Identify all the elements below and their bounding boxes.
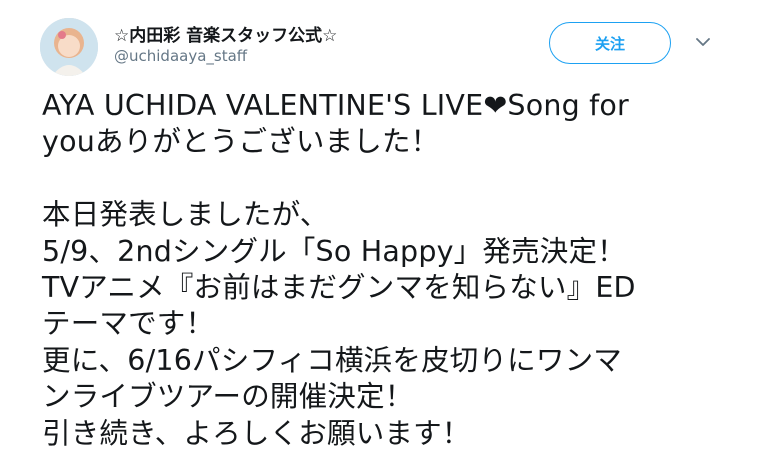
- author-handle[interactable]: @uchidaaya_staff: [114, 47, 247, 65]
- tweet-text: AYA UCHIDA VALENTINE'S LIVE❤Song for you…: [42, 88, 742, 452]
- tweet-text-line: youありがとうございました！: [42, 125, 440, 159]
- profile-avatar-icon[interactable]: [40, 18, 98, 76]
- tweet-text-line: TVアニメ『お前はまだグンマを知らない』ED: [42, 270, 636, 304]
- author-display-name[interactable]: ☆内田彩 音楽スタッフ公式☆: [114, 21, 337, 46]
- tweet-text-line: ンライブツアーの開催決定！: [42, 380, 414, 414]
- tweet-text-line: 本日発表しましたが、: [42, 198, 329, 232]
- tweet-text-line: 引き続き、よろしくお願います！: [42, 416, 471, 450]
- tweet-text-line: 5/9、2ndシングル「So Happy」発売決定！: [42, 234, 626, 268]
- tweet-text-line: AYA UCHIDA VALENTINE'S LIVE❤Song for: [42, 89, 629, 122]
- chevron-down-icon[interactable]: [694, 33, 712, 51]
- tweet-card: ☆内田彩 音楽スタッフ公式☆ @uchidaaya_staff 关注 AYA U…: [0, 0, 758, 476]
- tweet-text-line: テーマです！: [42, 307, 215, 341]
- tweet-text-line: 更に、6/16パシフィコ横浜を皮切りにワンマ: [42, 343, 622, 377]
- follow-button[interactable]: 关注: [549, 22, 671, 64]
- tweet-text-line: [42, 161, 742, 197]
